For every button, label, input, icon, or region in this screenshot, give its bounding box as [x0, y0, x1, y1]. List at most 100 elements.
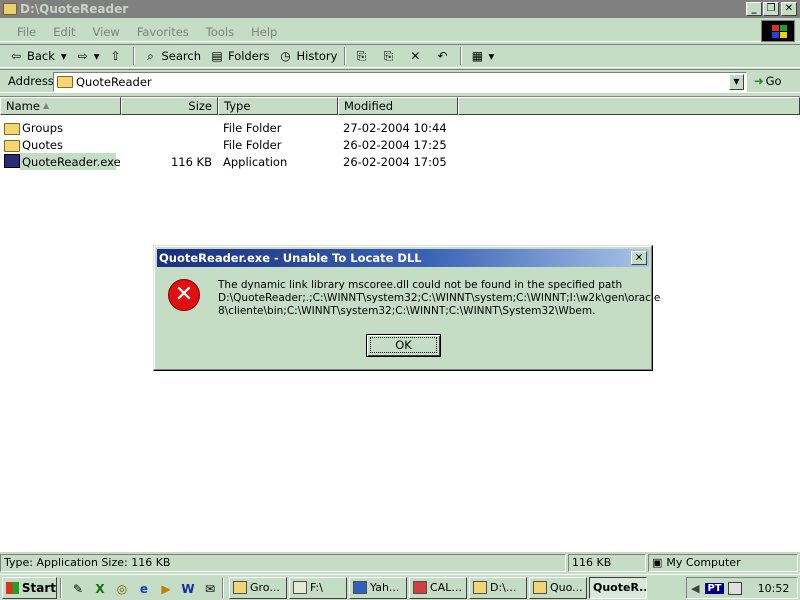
- close-button[interactable]: ✕: [781, 2, 797, 16]
- column-header-filler: [458, 97, 800, 115]
- views-dropdown-icon[interactable]: ▾: [488, 49, 494, 63]
- folders-label: Folders: [228, 49, 270, 63]
- application-icon: [4, 154, 20, 168]
- forward-dropdown-icon[interactable]: ▾: [94, 49, 100, 63]
- taskbar-separator: [60, 577, 62, 598]
- task-quo[interactable]: Quo...: [529, 576, 587, 599]
- search-button[interactable]: ⌕ Search: [138, 46, 205, 66]
- address-input[interactable]: QuoteReader ▼: [53, 72, 747, 92]
- windows-logo-icon: [761, 20, 795, 42]
- menu-view[interactable]: View: [82, 25, 126, 39]
- folder-icon: [3, 3, 17, 15]
- ok-label: OK: [370, 337, 437, 353]
- go-arrow-icon: ➜: [754, 74, 764, 88]
- file-type: File Folder: [223, 121, 282, 135]
- quicklaunch-excel-icon[interactable]: X: [91, 578, 109, 597]
- status-text: Type: Application Size: 116 KB: [0, 554, 566, 572]
- column-header-row: Name ▲ Size Type Modified: [0, 97, 800, 115]
- back-button[interactable]: ⇦ Back ▾: [4, 46, 71, 66]
- menu-help[interactable]: Help: [240, 25, 283, 39]
- up-folder-icon: ⇧: [110, 49, 121, 63]
- views-icon: ▦: [471, 49, 484, 63]
- address-bar: Address QuoteReader ▼ ➜ Go: [0, 69, 800, 93]
- minimize-button[interactable]: _: [746, 2, 762, 16]
- toolbar-separator: [133, 47, 136, 65]
- maximize-button[interactable]: ❐: [763, 2, 779, 16]
- folder-icon: [473, 581, 487, 594]
- column-header-type[interactable]: Type: [218, 97, 338, 115]
- task-cal[interactable]: CAL...: [409, 576, 467, 599]
- quicklaunch-ie-icon[interactable]: e: [135, 578, 153, 597]
- back-arrow-icon: ⇦: [10, 49, 22, 63]
- quicklaunch-mail-icon[interactable]: ✉: [201, 578, 219, 597]
- search-label: Search: [161, 49, 201, 63]
- file-row[interactable]: QuoteReader.exe 116 KB Application 26-02…: [0, 153, 800, 170]
- toolbar-separator: [460, 47, 463, 65]
- column-header-name[interactable]: Name ▲: [0, 97, 121, 115]
- task-label: Yah...: [370, 581, 400, 594]
- task-label: F:\: [310, 581, 323, 594]
- menu-favorites[interactable]: Favorites: [126, 25, 195, 39]
- task-label: D:\...: [490, 581, 517, 594]
- folder-icon: [57, 76, 73, 88]
- volume-icon[interactable]: ◀: [691, 582, 699, 595]
- status-size: 116 KB: [568, 554, 646, 572]
- copy-to-button[interactable]: ⎘: [376, 46, 403, 66]
- dialog-message-line: 8\cliente\bin;C:\WINNT\system32;C:\WINNT…: [218, 305, 596, 317]
- back-dropdown-icon[interactable]: ▾: [61, 49, 67, 63]
- error-icon: ✕: [168, 279, 200, 311]
- dialog-close-button[interactable]: ✕: [631, 251, 647, 265]
- task-groups[interactable]: Gro...: [229, 576, 287, 599]
- taskbar: Start ✎ X ◎ e ▶ W ✉ Gro... F:\ Yah... CA…: [0, 574, 800, 600]
- go-label: Go: [765, 74, 782, 88]
- language-indicator[interactable]: PT: [705, 582, 724, 594]
- folder-icon: [4, 140, 20, 152]
- views-button[interactable]: ▦ ▾: [465, 46, 498, 66]
- dialog-title: QuoteReader.exe - Unable To Locate DLL: [159, 251, 422, 265]
- menu-file[interactable]: File: [6, 25, 42, 39]
- undo-button[interactable]: ↶: [430, 46, 457, 66]
- folders-button[interactable]: ▤ Folders: [205, 46, 274, 66]
- file-row[interactable]: Quotes File Folder 26-02-2004 17:25: [0, 136, 800, 153]
- forward-button[interactable]: ⇨ ▾: [71, 46, 104, 66]
- file-row[interactable]: Groups File Folder 27-02-2004 10:44: [0, 119, 800, 136]
- file-type: File Folder: [223, 138, 282, 152]
- column-header-size[interactable]: Size: [121, 97, 218, 115]
- task-label: Gro...: [250, 581, 280, 594]
- go-button[interactable]: ➜ Go: [754, 74, 782, 88]
- ok-button[interactable]: OK: [366, 334, 441, 357]
- move-to-button[interactable]: ⎘: [349, 46, 376, 66]
- up-button[interactable]: ⇧: [103, 46, 130, 66]
- folders-icon: ▤: [211, 49, 223, 63]
- start-button[interactable]: Start: [2, 576, 57, 599]
- quicklaunch-app-icon[interactable]: ◎: [113, 578, 131, 597]
- clock[interactable]: 10:52: [758, 582, 790, 595]
- menu-edit[interactable]: Edit: [42, 25, 81, 39]
- folder-icon: [233, 581, 247, 594]
- file-modified: 27-02-2004 10:44: [343, 121, 447, 135]
- task-quotereader-active[interactable]: QuoteR...: [589, 576, 647, 599]
- column-header-modified[interactable]: Modified: [338, 97, 458, 115]
- windows-flag-icon: [6, 581, 19, 594]
- history-button[interactable]: ◷ History: [274, 46, 342, 66]
- file-modified: 26-02-2004 17:05: [343, 155, 447, 169]
- menu-tools[interactable]: Tools: [195, 25, 240, 39]
- task-d-drive[interactable]: D:\...: [469, 576, 527, 599]
- dialog-message-line: D:\QuoteReader;.;C:\WINNT\system32;C:\WI…: [218, 292, 661, 304]
- task-f-drive[interactable]: F:\: [289, 576, 347, 599]
- folder-icon: [4, 123, 20, 135]
- network-icon[interactable]: [727, 581, 742, 595]
- start-label: Start: [21, 580, 56, 595]
- dialog-message-line: The dynamic link library mscoree.dll cou…: [218, 279, 623, 291]
- delete-icon: ✕: [410, 49, 421, 63]
- quicklaunch-notepad-icon[interactable]: ✎: [69, 578, 87, 597]
- quicklaunch-media-icon[interactable]: ▶: [157, 578, 175, 597]
- address-value: QuoteReader: [76, 75, 152, 89]
- address-dropdown-button[interactable]: ▼: [729, 74, 744, 90]
- delete-button[interactable]: ✕: [403, 46, 430, 66]
- task-yahoo[interactable]: Yah...: [349, 576, 407, 599]
- undo-icon: ↶: [437, 49, 448, 63]
- column-name-label: Name: [6, 99, 40, 113]
- task-label: Quo...: [550, 581, 583, 594]
- quicklaunch-word-icon[interactable]: W: [179, 578, 197, 597]
